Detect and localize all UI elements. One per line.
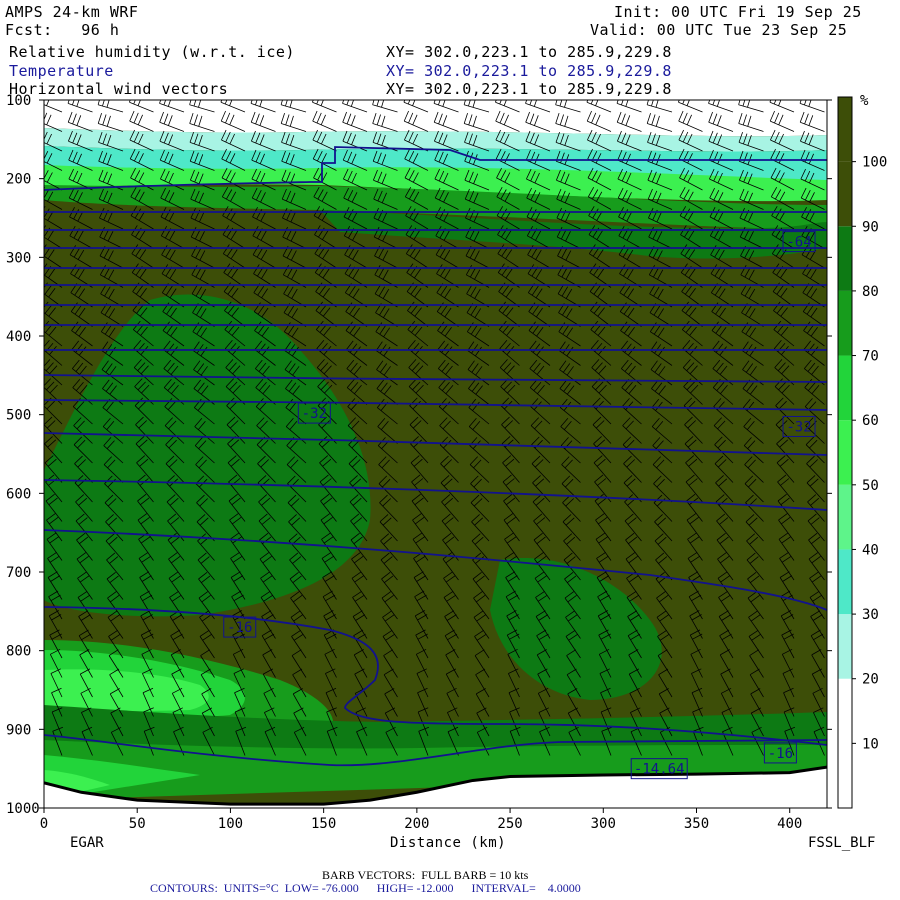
y-tick-label: 1000	[6, 801, 40, 817]
contour-label-text: -32	[786, 419, 811, 435]
contour-legend: CONTOURS: UNITS=°C LOW= -76.000 HIGH= -1…	[150, 881, 581, 895]
colorbar-segment	[838, 97, 852, 162]
y-tick-label: 900	[6, 722, 31, 738]
left-station-label: EGAR	[70, 835, 104, 851]
colorbar-segment	[838, 549, 852, 615]
colorbar-unit: %	[860, 93, 869, 109]
colorbar-segment	[838, 290, 852, 356]
colorbar-tick-label: 90	[862, 219, 879, 235]
x-tick-label: 100	[218, 816, 243, 832]
colorbar-segment	[838, 226, 852, 291]
x-tick-label: 150	[311, 816, 336, 832]
x-tick-label: 0	[40, 816, 48, 832]
contour-label: -16	[223, 616, 257, 638]
cross-section-chart: -64-32-32-16-16-14.64 100200300400500600…	[6, 93, 887, 851]
contour-label-text: -32	[302, 406, 327, 422]
colorbar-tick-label: 50	[862, 478, 879, 494]
colorbar-segment	[838, 355, 852, 421]
colorbar-tick-label: 80	[862, 284, 879, 300]
contour-label: -32	[782, 415, 816, 437]
y-tick-label: 700	[6, 565, 31, 581]
contour-label: -64	[782, 231, 816, 253]
y-tick-label: 500	[6, 408, 31, 424]
contour-label: -14.64	[630, 758, 688, 780]
colorbar-tick-label: 60	[862, 413, 879, 429]
x-tick-label: 300	[591, 816, 616, 832]
colorbar-tick-label: 100	[862, 155, 887, 171]
colorbar-tick-label: 20	[862, 672, 879, 688]
colorbar-segment	[838, 678, 852, 744]
colorbar-segment	[838, 743, 852, 808]
contour-label-text: -14.64	[634, 762, 685, 778]
colorbar-tick-label: 40	[862, 542, 879, 558]
contour-label-text: -16	[768, 746, 793, 762]
contour-label-text: -64	[786, 235, 811, 251]
x-tick-label: 200	[404, 816, 429, 832]
colorbar-segment	[838, 614, 852, 679]
y-tick-label: 400	[6, 329, 31, 345]
y-tick-label: 100	[6, 93, 31, 109]
x-tick-label: 250	[497, 816, 522, 832]
x-axis-label: Distance (km)	[390, 835, 506, 851]
colorbar-tick-label: 10	[862, 736, 879, 752]
y-tick-label: 200	[6, 172, 31, 188]
y-tick-label: 300	[6, 250, 31, 266]
colorbar-segment	[838, 484, 852, 550]
x-tick-label: 350	[684, 816, 709, 832]
right-station-label: FSSL_BLF	[808, 835, 875, 851]
contour-label-text: -16	[227, 620, 252, 636]
x-tick-label: 400	[777, 816, 802, 832]
colorbar-tick-label: 30	[862, 607, 879, 623]
contour-label: -32	[297, 402, 331, 424]
colorbar-segment	[838, 161, 852, 227]
contour-label: -16	[763, 742, 797, 764]
x-tick-label: 50	[129, 816, 146, 832]
colorbar-tick-label: 70	[862, 349, 879, 365]
colorbar-segment	[838, 420, 852, 485]
y-tick-label: 600	[6, 486, 31, 502]
y-tick-label: 800	[6, 644, 31, 660]
